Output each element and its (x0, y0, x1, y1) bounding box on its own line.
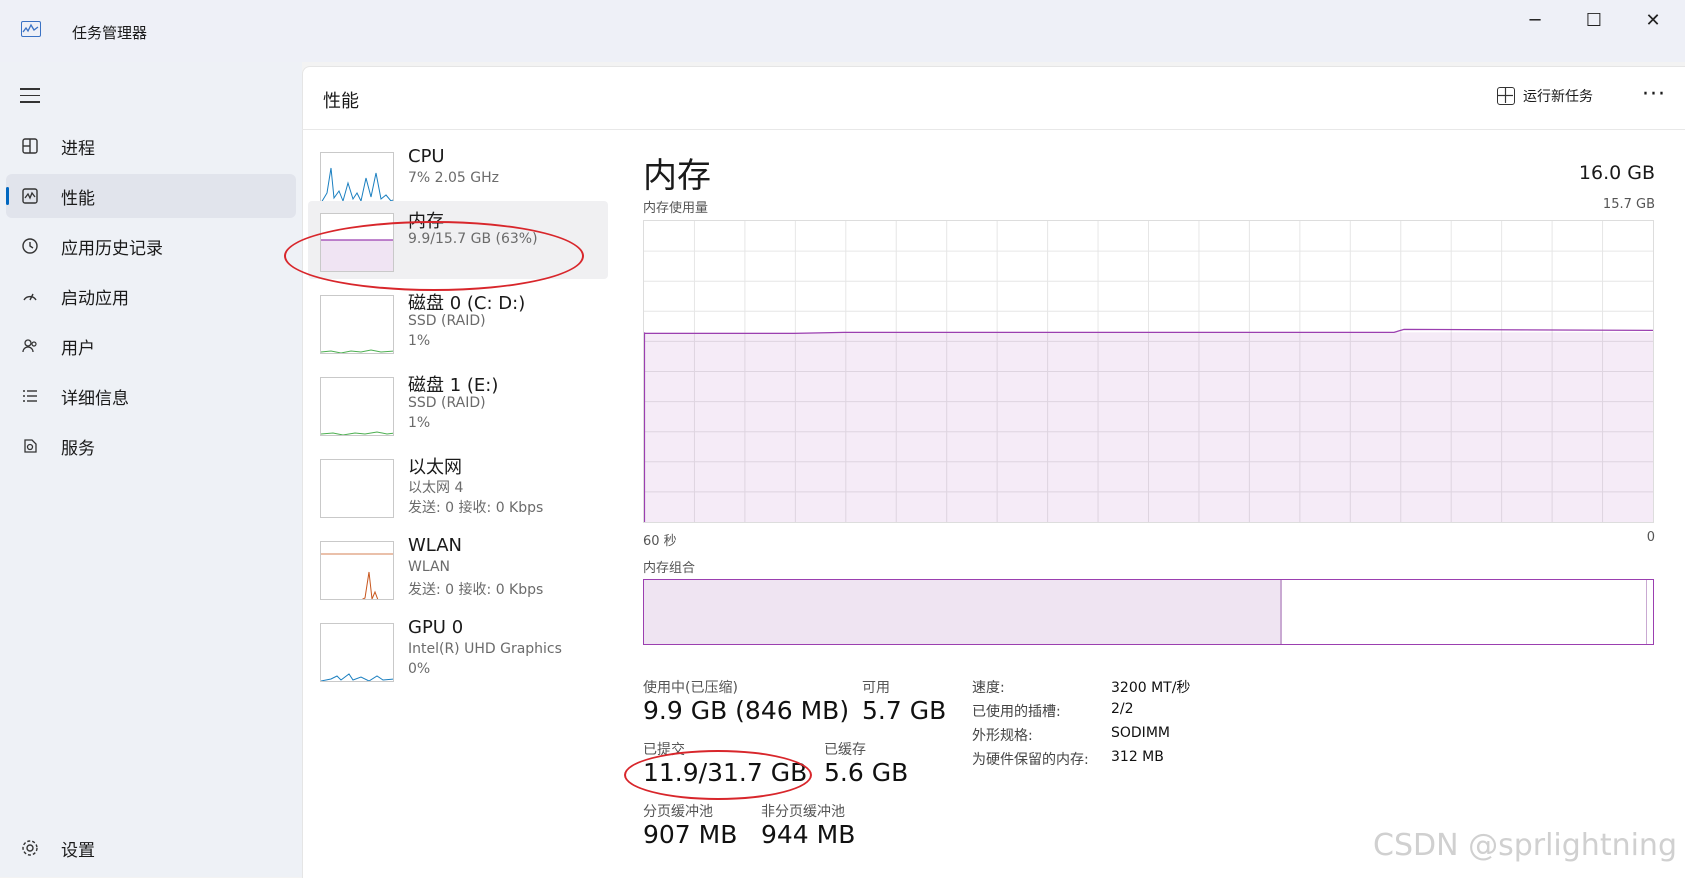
device-item-wlan[interactable]: WLAN WLAN 发送: 0 接收: 0 Kbps (308, 529, 608, 607)
nav-label-app-history: 应用历史记录 (61, 238, 163, 259)
nav-label-details: 详细信息 (61, 388, 129, 409)
content-header: 性能 运行新任务 ··· (302, 66, 1685, 130)
task-manager-app-icon (21, 21, 41, 37)
detail-value-slots: 2/2 (1111, 701, 1134, 717)
page-title: 性能 (323, 91, 359, 112)
device-detail: WLAN (408, 559, 451, 575)
device-detail: 以太网 4 (408, 480, 464, 496)
nav-item-details[interactable]: 详细信息 (6, 374, 296, 418)
startup-icon (20, 286, 40, 306)
cached-label: 已缓存 (824, 742, 866, 758)
details-icon (20, 386, 40, 406)
device-usage: 1% (408, 333, 431, 349)
title-bar: 任务管理器 ─ ☐ ✕ (0, 0, 1685, 62)
cached-value: 5.6 GB (824, 758, 909, 787)
in-use-value: 9.9 GB (846 MB) (643, 696, 850, 725)
paged-pool-label: 分页缓冲池 (643, 804, 713, 820)
detail-key-speed: 速度: (972, 680, 1005, 696)
memory-usage-graph (643, 220, 1654, 523)
run-task-icon (1497, 87, 1515, 105)
device-detail: SSD (RAID) (408, 313, 486, 329)
nav-item-settings[interactable]: 设置 (6, 826, 296, 870)
run-new-task-button[interactable]: 运行新任务 (1497, 86, 1593, 106)
device-name: 磁盘 1 (E:) (408, 375, 499, 396)
disk0-mini-graph (320, 295, 394, 354)
nav-label-services: 服务 (61, 438, 95, 459)
more-options-button[interactable]: ··· (1642, 82, 1666, 107)
memory-total: 16.0 GB (1578, 162, 1655, 184)
memory-usage-max: 15.7 GB (1602, 197, 1655, 212)
detail-value-form-factor: SODIMM (1111, 725, 1170, 741)
available-value: 5.7 GB (862, 696, 947, 725)
settings-gear-icon (20, 838, 40, 858)
performance-icon (20, 186, 40, 206)
device-item-ethernet[interactable]: 以太网 以太网 4 发送: 0 接收: 0 Kbps (308, 447, 608, 525)
ethernet-mini-graph (320, 459, 394, 518)
nav-item-services[interactable]: 服务 (6, 424, 296, 468)
device-name: CPU (408, 146, 445, 167)
nonpaged-pool-label: 非分页缓冲池 (761, 804, 845, 820)
memory-usage-chart (643, 221, 1654, 522)
wlan-mini-graph (320, 541, 394, 600)
device-usage: 1% (408, 415, 431, 431)
device-detail: Intel(R) UHD Graphics (408, 641, 562, 657)
window-title: 任务管理器 (72, 24, 148, 42)
services-icon (20, 436, 40, 456)
detail-value-speed: 3200 MT/秒 (1111, 680, 1191, 696)
nav-label-performance: 性能 (61, 188, 95, 209)
nav-label-users: 用户 (61, 338, 95, 359)
memory-composition-bar (643, 579, 1654, 645)
available-label: 可用 (862, 680, 890, 696)
detail-key-slots: 已使用的插槽: (972, 704, 1061, 720)
watermark: CSDN @sprlightning (1373, 828, 1677, 863)
memory-composition-label: 内存组合 (643, 561, 696, 576)
detail-key-form-factor: 外形规格: (972, 728, 1033, 744)
memory-title: 内存 (643, 156, 711, 196)
device-throughput: 发送: 0 接收: 0 Kbps (408, 500, 544, 516)
time-axis-right: 0 (1646, 530, 1655, 545)
device-usage: 0% (408, 661, 431, 677)
run-new-task-label: 运行新任务 (1523, 89, 1593, 105)
hamburger-menu-icon[interactable] (20, 88, 40, 103)
active-indicator (6, 187, 9, 205)
time-axis-left: 60 秒 (643, 534, 677, 549)
detail-value-hardware-reserved: 312 MB (1111, 749, 1164, 765)
history-icon (20, 236, 40, 256)
composition-in-use (644, 580, 1282, 644)
highlight-oval-memory (284, 221, 584, 291)
processes-icon (20, 136, 40, 156)
device-item-disk1[interactable]: 磁盘 1 (E:) SSD (RAID) 1% (308, 365, 608, 443)
nav-label-settings: 设置 (61, 840, 95, 861)
nonpaged-pool-value: 944 MB (761, 820, 856, 849)
device-detail: 7% 2.05 GHz (408, 170, 500, 186)
detail-key-hardware-reserved: 为硬件保留的内存: (972, 752, 1089, 768)
disk1-mini-graph (320, 377, 394, 436)
device-item-gpu0[interactable]: GPU 0 Intel(R) UHD Graphics 0% (308, 611, 608, 689)
composition-reserved-line (1646, 580, 1647, 644)
nav-item-processes[interactable]: 进程 (6, 124, 296, 168)
users-icon (20, 336, 40, 356)
in-use-label: 使用中(已压缩) (643, 680, 738, 696)
maximize-button[interactable]: ☐ (1571, 8, 1617, 32)
device-name: WLAN (408, 535, 463, 556)
device-name: GPU 0 (408, 617, 464, 638)
memory-usage-label: 内存使用量 (643, 201, 709, 216)
highlight-oval-committed (624, 750, 812, 800)
device-throughput: 发送: 0 接收: 0 Kbps (408, 582, 544, 598)
paged-pool-value: 907 MB (643, 820, 738, 849)
device-item-disk0[interactable]: 磁盘 0 (C: D:) SSD (RAID) 1% (308, 283, 608, 361)
nav-item-startup[interactable]: 启动应用 (6, 274, 296, 318)
close-button[interactable]: ✕ (1630, 8, 1676, 32)
nav-label-startup: 启动应用 (61, 288, 129, 309)
minimize-button[interactable]: ─ (1512, 8, 1558, 32)
nav-item-performance[interactable]: 性能 (6, 174, 296, 218)
gpu-mini-graph (320, 623, 394, 682)
usage-area (644, 332, 1653, 522)
nav-item-app-history[interactable]: 应用历史记录 (6, 224, 296, 268)
device-detail: SSD (RAID) (408, 395, 486, 411)
nav-item-users[interactable]: 用户 (6, 324, 296, 368)
nav-label-processes: 进程 (61, 138, 95, 159)
device-name: 以太网 (408, 457, 462, 478)
device-name: 磁盘 0 (C: D:) (408, 293, 526, 314)
